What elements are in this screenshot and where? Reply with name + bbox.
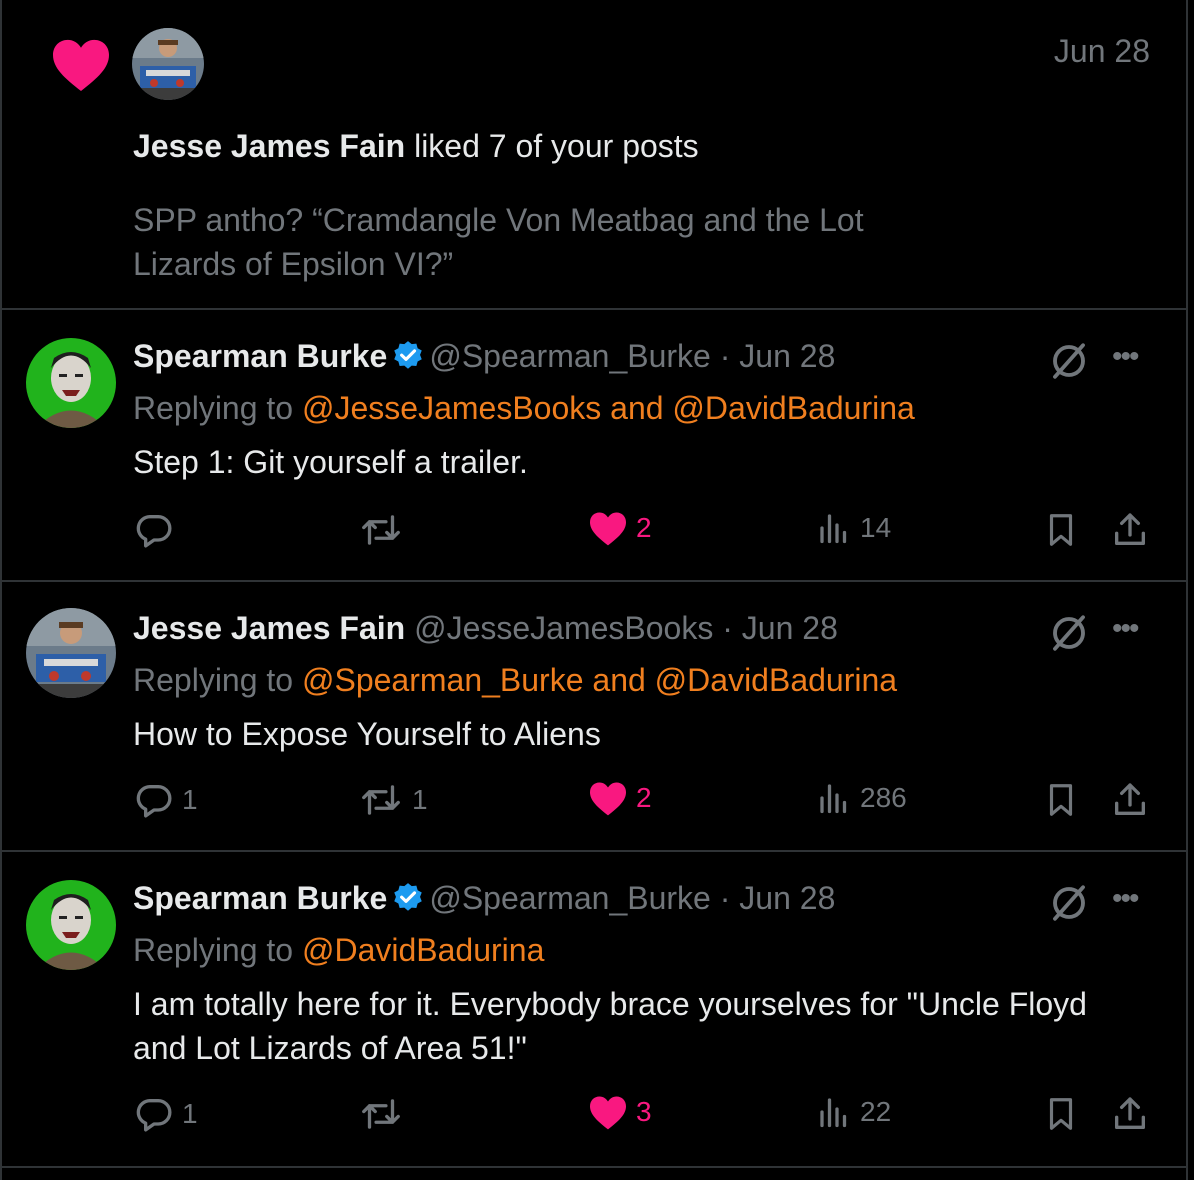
tweet-text: Step 1: Git yourself a trailer. (133, 444, 528, 480)
reply-icon (136, 515, 172, 548)
avatar[interactable] (26, 338, 116, 428)
replying-to: Replying to @DavidBadurina (133, 932, 544, 969)
tweet[interactable]: Spearman Burke @Spearman_Burke · Jun 28 •… (2, 310, 1186, 582)
like-button[interactable]: 3 (588, 1094, 652, 1130)
reply-mentions[interactable]: @Spearman_Burke and @DavidBadurina (302, 662, 897, 698)
display-name[interactable]: Jesse James Fain (133, 610, 405, 646)
like-notification[interactable]: Jun 28 Jesse James Fain liked 7 of your … (2, 0, 1186, 310)
reply-icon (136, 1099, 172, 1132)
grok-icon[interactable] (1048, 882, 1090, 924)
like-count: 3 (636, 1096, 652, 1127)
view-count: 22 (860, 1096, 892, 1127)
more-options-icon[interactable]: ••• (1112, 340, 1139, 374)
heart-filled-icon (590, 1096, 626, 1130)
heart-filled-icon (53, 39, 109, 91)
share-icon (1115, 783, 1145, 815)
avatar[interactable] (26, 880, 116, 970)
retweet-icon (362, 785, 400, 815)
tweet-date[interactable]: · Jun 28 (722, 610, 838, 646)
like-count: 2 (636, 782, 652, 813)
tweet-date[interactable]: · Jun 28 (720, 880, 836, 916)
tweet-text: I am totally here for it. Everybody brac… (133, 986, 1087, 1066)
replying-to-label: Replying to (133, 662, 294, 698)
post-preview[interactable]: SPP antho? “Cramdangle Von Meatbag and t… (133, 198, 953, 286)
reply-mentions[interactable]: @DavidBadurina (302, 932, 544, 968)
avatar[interactable] (132, 28, 204, 100)
handle[interactable]: @JesseJamesBooks (414, 610, 713, 646)
replying-to-label: Replying to (133, 390, 294, 426)
tweet-text: How to Expose Yourself to Aliens (133, 716, 601, 752)
reply-icon (136, 785, 172, 818)
tweet[interactable]: Spearman Burke @Spearman_Burke · Jun 28 •… (2, 852, 1186, 1168)
reply-button[interactable]: 1 (134, 1094, 198, 1134)
notification-date: Jun 28 (1053, 33, 1150, 69)
bookmark-icon (1049, 784, 1073, 816)
tweet-date[interactable]: · Jun 28 (720, 338, 836, 374)
grok-icon[interactable] (1048, 612, 1090, 654)
views-button[interactable]: 286 (816, 780, 907, 816)
replying-to: Replying to @Spearman_Burke and @DavidBa… (133, 662, 897, 699)
bookmark-button[interactable] (1042, 510, 1080, 550)
view-count: 286 (860, 782, 907, 813)
notification-text: Jesse James Fain liked 7 of your posts (133, 128, 699, 165)
like-button[interactable]: 2 (588, 510, 652, 546)
handle[interactable]: @Spearman_Burke (429, 338, 711, 374)
views-button[interactable]: 22 (816, 1094, 891, 1130)
heart-filled-icon (590, 782, 626, 816)
avatar[interactable] (26, 608, 116, 698)
share-button[interactable] (1110, 780, 1150, 820)
like-count: 2 (636, 512, 652, 543)
views-button[interactable]: 14 (816, 510, 891, 546)
tweet-actions: 2 14 (2, 510, 1186, 560)
reply-mentions[interactable]: @JesseJamesBooks and @DavidBadurina (302, 390, 915, 426)
retweet-button[interactable] (358, 510, 412, 550)
verified-badge-icon (394, 883, 423, 911)
handle[interactable]: @Spearman_Burke (429, 880, 711, 916)
reply-count: 1 (182, 784, 198, 815)
share-icon (1115, 513, 1145, 545)
timeline: Jun 28 Jesse James Fain liked 7 of your … (0, 0, 1188, 1180)
views-icon (820, 1098, 847, 1128)
reply-button[interactable] (134, 510, 182, 550)
retweet-count: 1 (412, 784, 428, 815)
tweet[interactable]: Jesse James Fain @JesseJamesBooks · Jun … (2, 582, 1186, 852)
notification-action: liked 7 of your posts (414, 128, 699, 164)
grok-icon[interactable] (1048, 340, 1090, 382)
replying-to: Replying to @JesseJamesBooks and @DavidB… (133, 390, 915, 427)
reply-button[interactable]: 1 (134, 780, 198, 820)
tweet-header: Spearman Burke @Spearman_Burke · Jun 28 (133, 338, 835, 375)
views-icon (820, 784, 847, 814)
views-icon (820, 514, 847, 544)
display-name[interactable]: Spearman Burke (133, 880, 387, 916)
more-options-icon[interactable]: ••• (1112, 882, 1139, 916)
tweet-header: Spearman Burke @Spearman_Burke · Jun 28 (133, 880, 835, 917)
heart-filled-icon (590, 512, 626, 546)
retweet-icon (362, 515, 400, 545)
reply-count: 1 (182, 1098, 198, 1129)
tweet-actions: 1 3 22 (2, 1094, 1186, 1144)
actor-name[interactable]: Jesse James Fain (133, 128, 405, 164)
bookmark-button[interactable] (1042, 780, 1080, 820)
verified-badge-icon (394, 341, 423, 369)
more-options-icon[interactable]: ••• (1112, 612, 1139, 646)
replying-to-label: Replying to (133, 932, 294, 968)
share-button[interactable] (1110, 1094, 1150, 1134)
share-button[interactable] (1110, 510, 1150, 550)
tweet-actions: 1 1 2 286 (2, 780, 1186, 830)
retweet-button[interactable]: 1 (358, 780, 428, 820)
bookmark-icon (1049, 1098, 1073, 1130)
retweet-icon (362, 1099, 400, 1129)
view-count: 14 (860, 512, 892, 543)
retweet-button[interactable] (358, 1094, 412, 1134)
tweet-header: Jesse James Fain @JesseJamesBooks · Jun … (133, 610, 838, 647)
share-icon (1115, 1097, 1145, 1129)
display-name[interactable]: Spearman Burke (133, 338, 387, 374)
bookmark-icon (1049, 514, 1073, 546)
like-button[interactable]: 2 (588, 780, 652, 816)
bookmark-button[interactable] (1042, 1094, 1080, 1134)
